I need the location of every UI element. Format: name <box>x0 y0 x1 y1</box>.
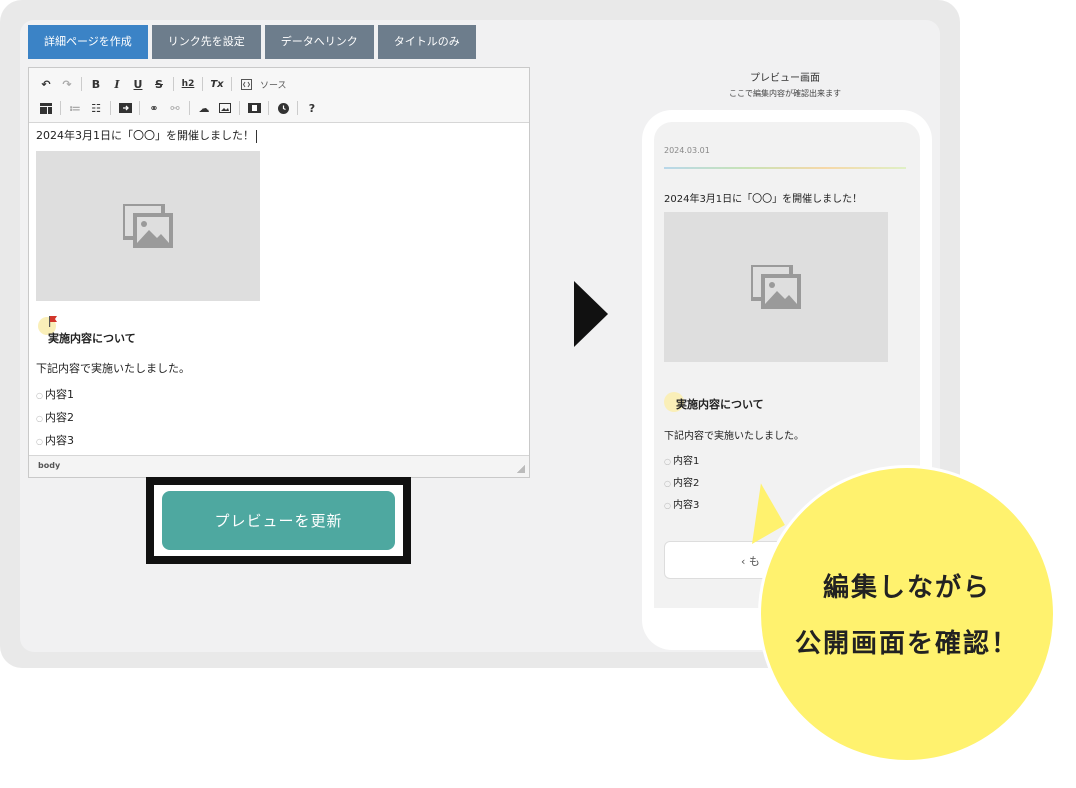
editor-toolbar: ↶ ↷ B I U S h2 Tx ソース ≔ ☷ ⚭ ⚯ ☁ ? <box>29 68 529 123</box>
bullet-circle-icon: ○ <box>664 501 671 510</box>
editor-paragraph: 下記内容で実施いたしました。 <box>36 362 190 375</box>
tab-title-only[interactable]: タイトルのみ <box>377 25 476 59</box>
indent-icon[interactable] <box>116 99 134 117</box>
undo-icon[interactable]: ↶ <box>37 75 55 93</box>
remove-format-button[interactable]: Tx <box>208 75 226 93</box>
source-label[interactable]: ソース <box>260 78 287 91</box>
editor-content[interactable]: 2024年3月1日に「〇〇」を開催しました！ 実施内容について 下記内容で実施い… <box>29 124 529 457</box>
text-caret <box>256 129 257 143</box>
rich-text-editor: ↶ ↷ B I U S h2 Tx ソース ≔ ☷ ⚭ ⚯ ☁ ? 2024年3… <box>28 67 530 478</box>
tab-link-to-data[interactable]: データへリンク <box>264 25 374 59</box>
strikethrough-button[interactable]: S <box>150 75 168 93</box>
editor-list-item: ○ 内容3 <box>36 434 74 447</box>
toolbar-divider <box>239 101 240 115</box>
bubble-text-line2: 公開画面を確認！ <box>794 629 1019 659</box>
preview-subtitle: ここで編集内容が確認出来ます <box>729 89 841 98</box>
editor-list-item: ○ 内容1 <box>36 388 74 401</box>
tab-create-detail-page[interactable]: 詳細ページを作成 <box>28 25 148 59</box>
resize-handle-icon[interactable] <box>517 465 525 473</box>
bullet-circle-icon: ○ <box>36 414 43 423</box>
toolbar-divider <box>231 77 232 91</box>
highlight-frame: プレビューを更新 <box>146 477 411 564</box>
toolbar-divider <box>202 77 203 91</box>
bubble-text-line1: 編集しながら <box>822 573 991 603</box>
preview-placeholder-image <box>664 212 888 362</box>
toolbar-divider <box>189 101 190 115</box>
bullet-circle-icon: ○ <box>664 457 671 466</box>
element-path[interactable]: body <box>38 461 60 470</box>
template-icon[interactable] <box>37 99 55 117</box>
bullet-circle-icon: ○ <box>36 391 43 400</box>
image-placeholder-icon <box>123 204 173 248</box>
toolbar-divider <box>297 101 298 115</box>
help-button[interactable]: ? <box>303 99 321 117</box>
bold-button[interactable]: B <box>87 75 105 93</box>
bullet-circle-icon: ○ <box>664 479 671 488</box>
unlink-icon[interactable]: ⚯ <box>166 99 184 117</box>
clock-icon[interactable] <box>274 99 292 117</box>
toolbar-divider <box>110 101 111 115</box>
upload-cloud-icon[interactable]: ☁ <box>195 99 213 117</box>
image-icon[interactable] <box>216 99 234 117</box>
preview-title: プレビュー画面 <box>750 73 820 84</box>
toolbar-divider <box>173 77 174 91</box>
editor-statusbar: body <box>29 455 529 477</box>
editor-list-item: ○ 内容2 <box>36 411 74 424</box>
preview-date: 2024.03.01 <box>664 146 710 155</box>
bullet-circle-icon: ○ <box>36 437 43 446</box>
preview-line1: 2024年3月1日に「〇〇」を開催しました！ <box>664 194 863 205</box>
preview-list-item: ○ 内容1 <box>664 456 700 467</box>
underline-button[interactable]: U <box>129 75 147 93</box>
toolbar-divider <box>268 101 269 115</box>
image-placeholder-icon <box>751 265 801 309</box>
editor-line1: 2024年3月1日に「〇〇」を開催しました！ <box>36 127 257 143</box>
video-icon[interactable] <box>245 99 263 117</box>
italic-button[interactable]: I <box>108 75 126 93</box>
link-icon[interactable]: ⚭ <box>145 99 163 117</box>
gradient-divider <box>664 167 906 169</box>
preview-paragraph: 下記内容で実施いたしました。 <box>664 431 804 442</box>
preview-list-item: ○ 内容2 <box>664 478 700 489</box>
heading2-button[interactable]: h2 <box>179 75 197 93</box>
right-arrow-icon <box>574 281 608 347</box>
mode-tabs: 詳細ページを作成 リンク先を設定 データへリンク タイトルのみ <box>28 25 476 59</box>
speech-bubble <box>758 465 1056 763</box>
preview-list-item: ○ 内容3 <box>664 500 700 511</box>
toolbar-divider <box>139 101 140 115</box>
toolbar-divider <box>60 101 61 115</box>
tab-set-link[interactable]: リンク先を設定 <box>151 25 261 59</box>
editor-placeholder-image[interactable] <box>36 151 260 301</box>
numbered-list-icon[interactable]: ≔ <box>66 99 84 117</box>
toolbar-divider <box>81 77 82 91</box>
update-preview-button[interactable]: プレビューを更新 <box>162 491 395 550</box>
preview-heading: 実施内容について <box>664 392 764 412</box>
redo-icon[interactable]: ↷ <box>58 75 76 93</box>
bulleted-list-icon[interactable]: ☷ <box>87 99 105 117</box>
source-icon[interactable] <box>237 75 255 93</box>
editor-heading: 実施内容について <box>48 332 136 345</box>
highlight-inner: プレビューを更新 <box>154 485 403 556</box>
